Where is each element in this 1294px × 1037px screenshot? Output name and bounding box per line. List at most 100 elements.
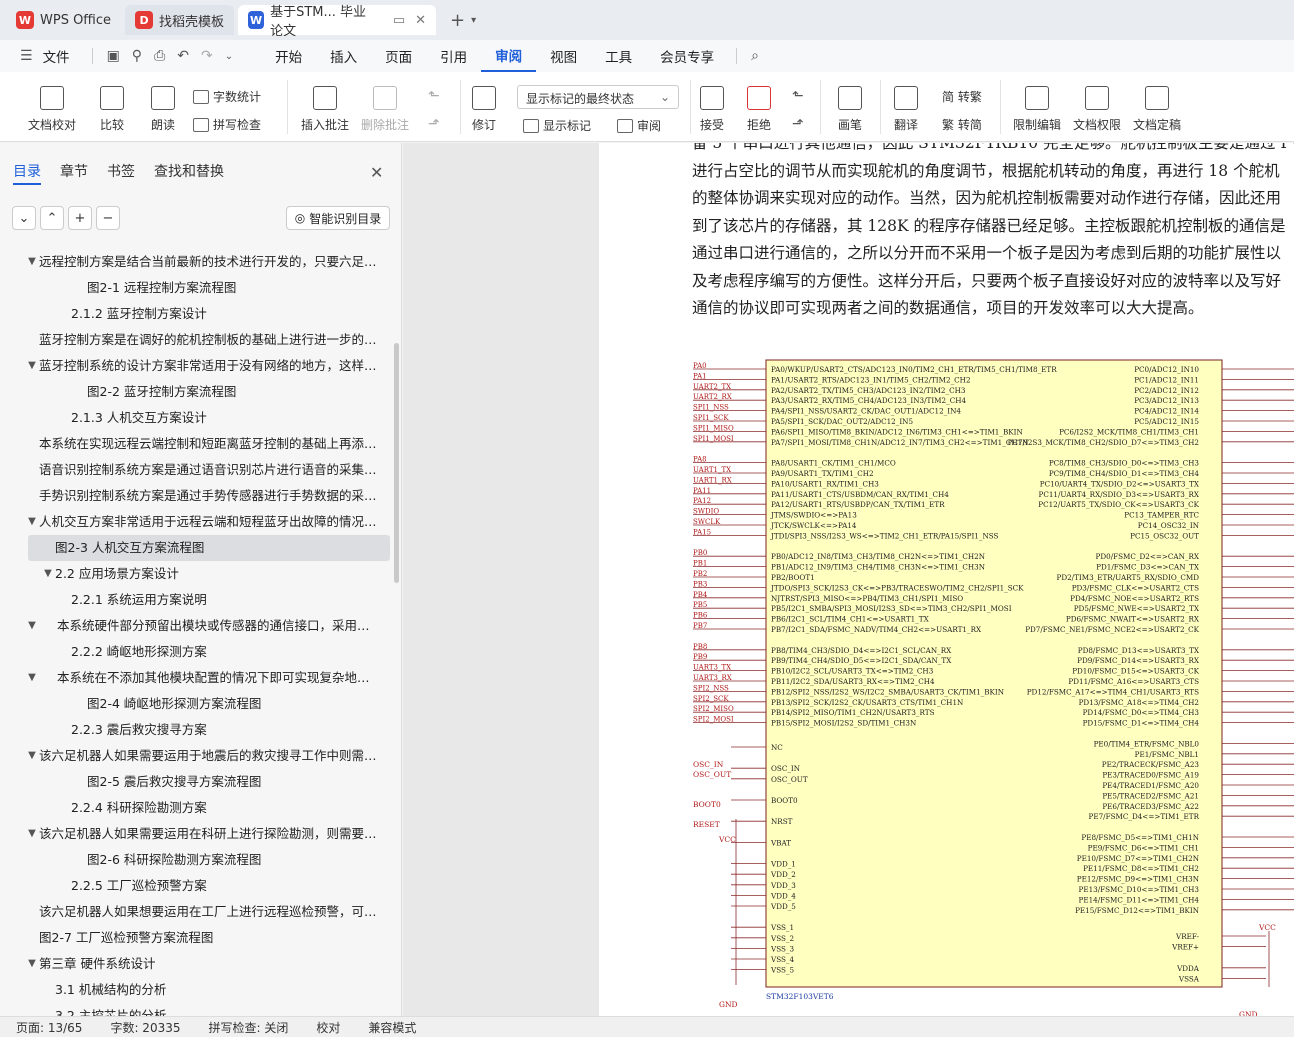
doc-permission-button[interactable]: 文档权限 [1073, 86, 1121, 133]
toc-item[interactable]: 2.2.4 科研探险勘测方案 [0, 795, 392, 821]
tab-template[interactable]: D 找稻壳模板 [125, 5, 235, 35]
menu-tools[interactable]: 工具 [591, 40, 646, 72]
toc-item[interactable]: ▼ 该六足机器人如果需要运用于地震后的救灾搜寻工作中则需要… [0, 743, 392, 769]
print-preview-icon[interactable]: ⎙ [148, 48, 171, 64]
tab-chapters[interactable]: 章节 [60, 161, 88, 185]
tab-toc[interactable]: 目录 [13, 161, 41, 185]
chevron-down-icon[interactable]: ▼ [26, 821, 38, 847]
chevron-down-icon[interactable]: ⌄ [219, 51, 239, 62]
doc-check-button[interactable]: 文档校对 [28, 86, 76, 133]
toc-item[interactable]: 图2-4 崎岖地形探测方案流程图 [0, 691, 392, 717]
add-icon[interactable]: + [68, 206, 92, 230]
prev-comment-icon[interactable]: ⬑ [428, 88, 440, 104]
toc-item[interactable]: ▼ 本系统在不添加其他模块配置的情况下即可实现复杂地形的… [0, 665, 392, 691]
menu-view[interactable]: 视图 [536, 40, 591, 72]
next-comment-icon[interactable]: ⬏ [428, 116, 440, 132]
chevron-down-icon[interactable]: ▼ [42, 561, 54, 587]
collapse-icon[interactable]: ⌄ [12, 206, 36, 230]
toc-item[interactable]: 该六足机器人如果想要运用在工厂上进行远程巡检预警，可以… [0, 899, 392, 925]
spell-check-button[interactable]: 拼写检查 [193, 116, 261, 133]
search-icon[interactable]: ⌕ [745, 48, 765, 64]
chevron-down-icon[interactable]: ▾ [471, 15, 476, 26]
menu-review[interactable]: 审阅 [481, 40, 537, 72]
toc-item[interactable]: 3.1 机械结构的分析 [0, 977, 392, 1003]
doc-finalize-button[interactable]: 文档定稿 [1133, 86, 1181, 133]
menu-references[interactable]: 引用 [426, 40, 481, 72]
minus-icon[interactable]: − [96, 206, 120, 230]
chevron-down-icon[interactable]: ▼ [26, 743, 38, 769]
toc-item[interactable]: 图2-1 远程控制方案流程图 [0, 275, 392, 301]
spell-check-status[interactable]: 拼写检查: 关闭 [209, 1019, 289, 1036]
toc-item[interactable]: 2.2.1 系统运用方案说明 [0, 587, 392, 613]
pen-button[interactable]: 画笔 [838, 86, 862, 133]
chevron-down-icon[interactable]: ▼ [26, 665, 38, 691]
save-icon[interactable]: ▣ [101, 48, 126, 64]
toc-item[interactable]: ▼ 远程控制方案是结合当前最新的技术进行开发的，只要六足机… [0, 249, 392, 275]
tab-bookmarks[interactable]: 书签 [107, 161, 135, 185]
reject-button[interactable]: 拒绝 [747, 86, 771, 133]
menu-file[interactable]: 文件 [39, 40, 84, 72]
toc-item[interactable]: 本系统在实现远程云端控制和短距离蓝牙控制的基础上再添加… [0, 431, 392, 457]
smart-toc-button[interactable]: ◎ 智能识别目录 [286, 206, 390, 230]
toc-item[interactable]: 图2-6 科研探险勘测方案流程图 [0, 847, 392, 873]
toc-item[interactable]: 2.2.2 崎岖地形探测方案 [0, 639, 392, 665]
share-icon[interactable]: ⚲ [126, 48, 148, 64]
redo-icon[interactable]: ↷ [195, 48, 219, 64]
close-icon[interactable]: ✕ [415, 13, 426, 28]
display-mode-select[interactable]: 显示标记的最终状态 ⌄ [517, 85, 679, 109]
menu-member[interactable]: 会员专享 [646, 40, 728, 72]
proof-status[interactable]: 校对 [316, 1019, 340, 1036]
next-change-icon[interactable]: ⬏ [792, 116, 804, 132]
toc-item[interactable]: 图2-7 工厂巡检预警方案流程图 [0, 925, 392, 951]
read-aloud-button[interactable]: 朗读 [151, 86, 175, 133]
tab-window-icon[interactable]: ▭ [393, 13, 405, 28]
toc-item[interactable]: 图2-3 人机交互方案流程图 [28, 535, 390, 561]
toc-item[interactable]: ▼ 本系统硬件部分预留出模块或传感器的通信接口，采用模块… [0, 613, 392, 639]
to-simplified-button[interactable]: 繁 转简 [942, 116, 982, 133]
compare-button[interactable]: 比较 [100, 86, 124, 133]
word-count[interactable]: 字数: 20335 [110, 1019, 180, 1036]
chevron-down-icon[interactable]: ▼ [26, 509, 38, 535]
chevron-down-icon[interactable]: ▼ [26, 613, 38, 639]
toc-item[interactable]: 2.1.2 蓝牙控制方案设计 [0, 301, 392, 327]
menu-page[interactable]: 页面 [371, 40, 426, 72]
tab-document[interactable]: W 基于STM... 毕业论文 ▭ ✕ [238, 5, 437, 39]
scrollbar[interactable] [394, 343, 399, 583]
toc-item[interactable]: ▼ 人机交互方案非常适用于远程云端和短程蓝牙出故障的情况或… [0, 509, 392, 535]
toc-item[interactable]: 手势识别控制系统方案是通过手势传感器进行手势数据的采集… [0, 483, 392, 509]
close-icon[interactable]: ✕ [370, 163, 383, 182]
tab-find-replace[interactable]: 查找和替换 [154, 161, 224, 185]
tab-wps-office[interactable]: W WPS Office [6, 5, 121, 35]
toc-item[interactable]: 语音识别控制系统方案是通过语音识别芯片进行语音的采集，… [0, 457, 392, 483]
word-count-button[interactable]: 字数统计 [193, 88, 261, 105]
toc-item[interactable]: 2.1.3 人机交互方案设计 [0, 405, 392, 431]
menu-home[interactable]: 开始 [261, 40, 316, 72]
hamburger-icon[interactable]: ☰ [14, 48, 39, 64]
chevron-down-icon[interactable]: ▼ [26, 249, 38, 275]
toc-item[interactable]: ▼ 2.2 应用场景方案设计 [0, 561, 392, 587]
restrict-edit-button[interactable]: 限制编辑 [1013, 86, 1061, 133]
toc-item[interactable]: ▼ 该六足机器人如果需要运用在科研上进行探险勘测，则需要根… [0, 821, 392, 847]
toc-item[interactable]: 图2-5 震后救灾搜寻方案流程图 [0, 769, 392, 795]
undo-icon[interactable]: ↶ [171, 48, 195, 64]
toc-item[interactable]: 蓝牙控制方案是在调好的舵机控制板的基础上进行进一步的控… [0, 327, 392, 353]
revise-button[interactable]: 修订 [472, 86, 496, 133]
review-pane-button[interactable]: 审阅 [617, 117, 661, 134]
prev-change-icon[interactable]: ⬑ [792, 88, 804, 104]
insert-comment-button[interactable]: 插入批注 [301, 86, 349, 133]
translate-button[interactable]: 翻译 [894, 86, 918, 133]
chevron-down-icon[interactable]: ▼ [26, 353, 38, 379]
delete-comment-button[interactable]: 删除批注 [361, 86, 409, 133]
toc-item[interactable]: ▼ 第三章 硬件系统设计 [0, 951, 392, 977]
show-markup-button[interactable]: 显示标记 [523, 117, 591, 134]
menu-insert[interactable]: 插入 [316, 40, 371, 72]
toc-item[interactable]: ▼ 蓝牙控制系统的设计方案非常适用于没有网络的地方，这样的… [0, 353, 392, 379]
toc-item[interactable]: 图2-2 蓝牙控制方案流程图 [0, 379, 392, 405]
chevron-down-icon[interactable]: ▼ [26, 951, 38, 977]
new-tab-button[interactable]: + [450, 10, 465, 31]
expand-icon[interactable]: ⌃ [40, 206, 64, 230]
toc-item[interactable]: 2.2.3 震后救灾搜寻方案 [0, 717, 392, 743]
page-indicator[interactable]: 页面: 13/65 [16, 1019, 82, 1036]
accept-button[interactable]: 接受 [700, 86, 724, 133]
toc-item[interactable]: 2.2.5 工厂巡检预警方案 [0, 873, 392, 899]
